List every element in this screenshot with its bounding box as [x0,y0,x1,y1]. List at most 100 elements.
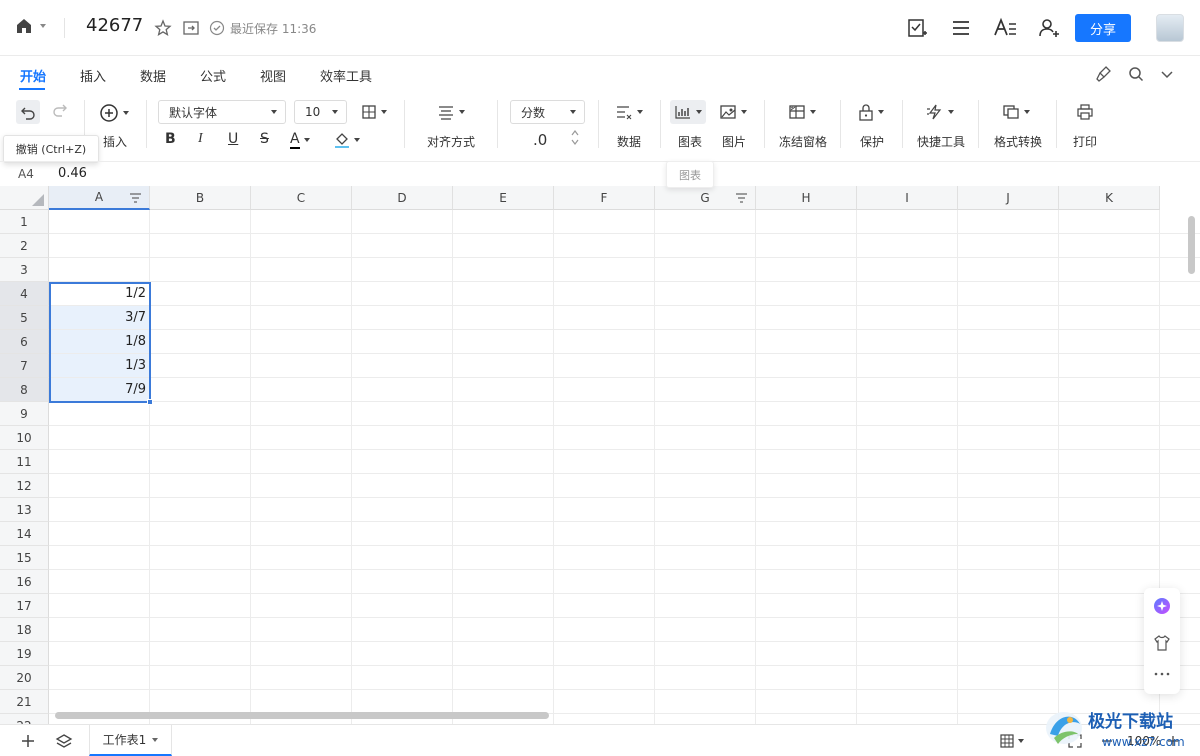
column-gridline [957,210,958,724]
protect-dropdown[interactable] [858,103,884,121]
cell-a7[interactable]: 1/3 [50,354,150,377]
add-collaborator-icon[interactable] [1036,15,1062,41]
italic-button[interactable]: I [198,131,203,147]
row-header-22[interactable]: 22 [0,714,49,724]
row-header-12[interactable]: 12 [0,474,49,498]
search-icon[interactable] [1128,66,1144,82]
row-header-21[interactable]: 21 [0,690,49,714]
row-header-20[interactable]: 20 [0,666,49,690]
tab-efficiency-tools[interactable]: 效率工具 [320,66,372,85]
document-title[interactable]: 42677 [86,15,143,36]
font-color-dropdown[interactable]: A [290,131,310,149]
avatar[interactable] [1156,14,1184,42]
menu-icon[interactable] [948,15,974,41]
align-dropdown[interactable] [437,104,465,120]
column-header-h[interactable]: H [756,186,857,210]
cell-reference[interactable]: A4 [18,167,34,181]
decimal-stepper[interactable] [571,130,579,145]
quick-tools-dropdown[interactable] [926,104,954,120]
row-header-18[interactable]: 18 [0,618,49,642]
ai-assistant-icon[interactable] [1153,597,1171,615]
border-dropdown[interactable] [361,104,387,120]
insert-dropdown[interactable] [99,103,129,123]
row-header-14[interactable]: 14 [0,522,49,546]
row-header-9[interactable]: 9 [0,402,49,426]
underline-button[interactable]: U [228,131,238,147]
brush-icon[interactable] [1095,65,1113,83]
row-header-17[interactable]: 17 [0,594,49,618]
skin-theme-icon[interactable] [1153,634,1171,652]
fill-handle[interactable] [147,399,153,405]
tab-data[interactable]: 数据 [140,66,166,85]
bold-button[interactable]: B [165,131,176,147]
sheet-list-icon[interactable] [55,733,73,749]
row-header-8[interactable]: 8 [0,378,49,402]
row-header-13[interactable]: 13 [0,498,49,522]
row-header-2[interactable]: 2 [0,234,49,258]
row-header-16[interactable]: 16 [0,570,49,594]
column-header-i[interactable]: I [857,186,958,210]
column-header-d[interactable]: D [352,186,453,210]
collapse-ribbon-icon[interactable] [1160,67,1174,81]
row-header-7[interactable]: 7 [0,354,49,378]
tab-view[interactable]: 视图 [260,66,286,85]
image-dropdown[interactable] [719,104,747,120]
column-header-j[interactable]: J [958,186,1059,210]
chevron-down-icon[interactable] [152,737,159,742]
column-filter-icon[interactable] [129,192,142,204]
vertical-scrollbar[interactable] [1188,216,1195,274]
add-task-icon[interactable] [904,15,930,41]
formula-input[interactable]: 0.46 [58,166,87,181]
column-header-e[interactable]: E [453,186,554,210]
text-format-icon[interactable] [992,15,1018,41]
tab-formula[interactable]: 公式 [200,66,226,85]
column-header-f[interactable]: F [554,186,655,210]
fill-color-dropdown[interactable] [334,131,360,149]
format-convert-dropdown[interactable] [1002,104,1030,120]
star-icon[interactable] [154,19,172,37]
row-header-10[interactable]: 10 [0,426,49,450]
row-header-1[interactable]: 1 [0,210,49,234]
strikethrough-button[interactable]: S [260,131,269,147]
column-header-c[interactable]: C [251,186,352,210]
font-size-select[interactable]: 10 [294,100,347,124]
view-mode-dropdown[interactable] [1000,734,1024,748]
row-header-11[interactable]: 11 [0,450,49,474]
chart-dropdown[interactable] [670,100,706,124]
print-button[interactable] [1077,104,1093,120]
horizontal-scrollbar[interactable] [55,712,549,719]
undo-icon[interactable] [16,100,40,124]
chevron-down-icon [40,24,46,28]
cell-a6[interactable]: 1/8 [50,330,150,353]
row-header-5[interactable]: 5 [0,306,49,330]
column-filter-icon[interactable] [735,192,748,204]
tab-start[interactable]: 开始 [20,66,46,85]
cell-a8[interactable]: 7/9 [50,378,150,401]
font-family-select[interactable]: 默认字体 [158,100,286,124]
cell-a5[interactable]: 3/7 [50,306,150,329]
row-header-15[interactable]: 15 [0,546,49,570]
move-to-folder-icon[interactable] [182,19,200,37]
home-button[interactable] [14,16,46,36]
add-sheet-icon[interactable] [20,733,36,749]
freeze-dropdown[interactable] [788,104,816,120]
select-all-corner[interactable] [0,186,49,210]
row-header-3[interactable]: 3 [0,258,49,282]
spreadsheet-grid[interactable]: ABCDEFGHIJK 1 2 3 4 5 6 7 8 9 10 11 12 13 14 15 16 17 18 1… [0,186,1200,724]
redo-icon[interactable] [52,104,68,120]
stepper-up-icon[interactable] [571,130,579,136]
tab-insert[interactable]: 插入 [80,66,106,85]
column-header-b[interactable]: B [150,186,251,210]
sheet-tab[interactable]: 工作表1 [89,725,172,756]
row-header-19[interactable]: 19 [0,642,49,666]
share-button[interactable]: 分享 [1075,14,1131,42]
number-format-select[interactable]: 分数 [510,100,585,124]
cell-a4[interactable]: 1/2 [50,282,150,305]
font-size-value: 10 [305,105,321,119]
stepper-down-icon[interactable] [571,139,579,145]
row-header-4[interactable]: 4 [0,282,49,306]
row-header-6[interactable]: 6 [0,330,49,354]
more-icon[interactable] [1154,672,1170,676]
column-header-k[interactable]: K [1059,186,1160,210]
data-dropdown[interactable] [615,104,643,120]
